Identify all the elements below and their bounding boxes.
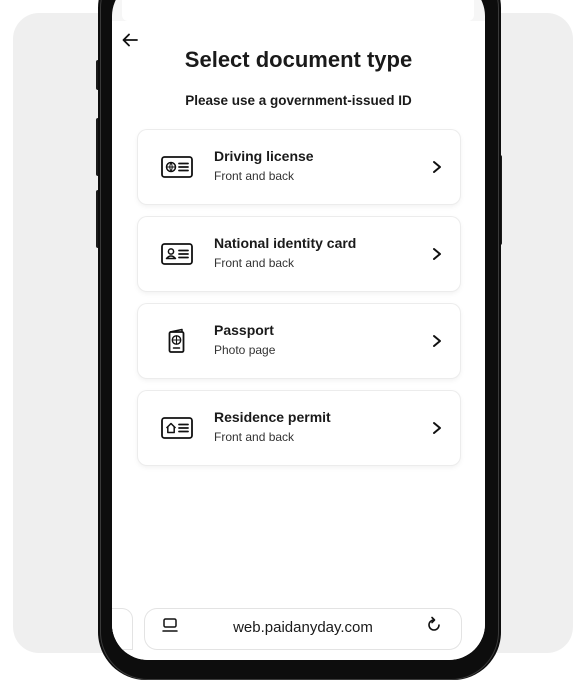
id-card-icon bbox=[161, 243, 193, 265]
browser-url-bar[interactable]: web.paidanyday.com bbox=[145, 609, 461, 649]
document-title: Driving license bbox=[214, 148, 314, 164]
chevron-right-icon bbox=[433, 161, 441, 173]
chevron-right-icon bbox=[433, 422, 441, 434]
chevron-right-icon bbox=[433, 335, 441, 347]
document-title: National identity card bbox=[214, 235, 357, 251]
url-text: web.paidanyday.com bbox=[233, 619, 373, 636]
top-strip bbox=[122, 0, 474, 21]
phone-screen: Select document type Please use a govern… bbox=[112, 0, 485, 660]
app-content: Select document type Please use a govern… bbox=[112, 21, 485, 660]
document-title: Passport bbox=[214, 322, 274, 338]
page-title: Select document type bbox=[184, 47, 413, 72]
document-option-driving-license[interactable]: Driving license Front and back bbox=[138, 130, 460, 204]
chevron-right-icon bbox=[433, 248, 441, 260]
residence-permit-icon bbox=[161, 417, 193, 439]
document-option-residence-permit[interactable]: Residence permit Front and back bbox=[138, 391, 460, 465]
page: Select document type Please use a govern… bbox=[0, 0, 586, 680]
document-option-national-identity-card[interactable]: National identity card Front and back bbox=[138, 217, 460, 291]
driving-license-icon bbox=[161, 156, 193, 178]
document-description: Front and back bbox=[214, 169, 295, 183]
document-description: Front and back bbox=[214, 256, 295, 270]
browser-previous-tab[interactable] bbox=[112, 609, 132, 649]
document-option-passport[interactable]: Passport Photo page bbox=[138, 304, 460, 378]
reload-icon[interactable] bbox=[425, 616, 443, 634]
passport-icon bbox=[168, 328, 185, 353]
document-description: Front and back bbox=[214, 430, 295, 444]
document-title: Residence permit bbox=[214, 409, 331, 425]
page-subtitle: Please use a government-issued ID bbox=[185, 93, 412, 108]
document-description: Photo page bbox=[214, 343, 276, 357]
